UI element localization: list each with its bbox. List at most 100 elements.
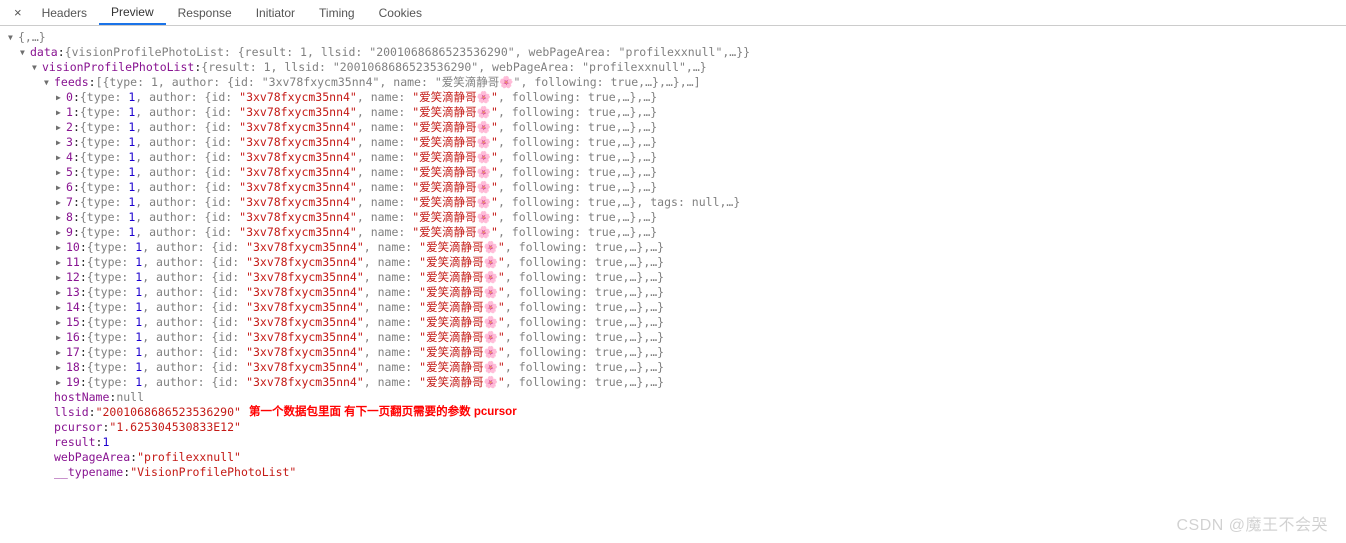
feed-preview: {type: 1, author: {id: "3xv78fxycm35nn4"… (87, 240, 664, 255)
feed-preview: {type: 1, author: {id: "3xv78fxycm35nn4"… (80, 180, 657, 195)
feed-preview: {type: 1, author: {id: "3xv78fxycm35nn4"… (87, 255, 664, 270)
key: data (30, 45, 58, 60)
tree-row-feed-item[interactable]: 5: {type: 1, author: {id: "3xv78fxycm35n… (8, 165, 1346, 180)
key: __typename (54, 465, 123, 480)
caret-right-icon[interactable] (56, 240, 66, 255)
feed-index: 8 (66, 210, 73, 225)
caret-right-icon[interactable] (56, 135, 66, 150)
preview: [{type: 1, author: {id: "3xv78fxycm35nn4… (96, 75, 701, 90)
tree-row-llsid[interactable]: llsid: "2001068686523536290" 第一个数据包里面 有下… (8, 405, 1346, 420)
tree-row-pcursor[interactable]: pcursor: "1.625304530833E12" (8, 420, 1346, 435)
tree-row-feed-item[interactable]: 12: {type: 1, author: {id: "3xv78fxycm35… (8, 270, 1346, 285)
caret-right-icon[interactable] (56, 120, 66, 135)
caret-right-icon[interactable] (56, 330, 66, 345)
caret-down-icon[interactable] (8, 30, 18, 45)
caret-down-icon[interactable] (32, 60, 42, 75)
feed-index: 11 (66, 255, 80, 270)
tree-row-feed-item[interactable]: 13: {type: 1, author: {id: "3xv78fxycm35… (8, 285, 1346, 300)
tab-headers[interactable]: Headers (30, 0, 99, 25)
caret-right-icon[interactable] (56, 360, 66, 375)
tree-row-feed-item[interactable]: 8: {type: 1, author: {id: "3xv78fxycm35n… (8, 210, 1346, 225)
feed-index: 6 (66, 180, 73, 195)
tab-timing[interactable]: Timing (307, 0, 367, 25)
value: "VisionProfilePhotoList" (130, 465, 296, 480)
feed-index: 15 (66, 315, 80, 330)
tree-row-root[interactable]: {,…} (8, 30, 1346, 45)
tree-row-feed-item[interactable]: 9: {type: 1, author: {id: "3xv78fxycm35n… (8, 225, 1346, 240)
tree-row-feed-item[interactable]: 10: {type: 1, author: {id: "3xv78fxycm35… (8, 240, 1346, 255)
caret-right-icon[interactable] (56, 270, 66, 285)
feed-preview: {type: 1, author: {id: "3xv78fxycm35nn4"… (87, 285, 664, 300)
caret-right-icon[interactable] (56, 210, 66, 225)
tree-row-feed-item[interactable]: 11: {type: 1, author: {id: "3xv78fxycm35… (8, 255, 1346, 270)
feed-index: 3 (66, 135, 73, 150)
feed-preview: {type: 1, author: {id: "3xv78fxycm35nn4"… (87, 270, 664, 285)
tab-initiator[interactable]: Initiator (244, 0, 307, 25)
feed-preview: {type: 1, author: {id: "3xv78fxycm35nn4"… (80, 165, 657, 180)
feed-preview: {type: 1, author: {id: "3xv78fxycm35nn4"… (80, 225, 657, 240)
feed-preview: {type: 1, author: {id: "3xv78fxycm35nn4"… (80, 120, 657, 135)
value: 1 (102, 435, 109, 450)
value: "profilexxnull" (137, 450, 241, 465)
caret-right-icon[interactable] (56, 90, 66, 105)
feed-preview: {type: 1, author: {id: "3xv78fxycm35nn4"… (87, 300, 664, 315)
caret-right-icon[interactable] (56, 345, 66, 360)
caret-right-icon[interactable] (56, 150, 66, 165)
tab-response[interactable]: Response (166, 0, 244, 25)
feed-index: 10 (66, 240, 80, 255)
tree-row-vplist[interactable]: visionProfilePhotoList: {result: 1, llsi… (8, 60, 1346, 75)
tree-row-feed-item[interactable]: 17: {type: 1, author: {id: "3xv78fxycm35… (8, 345, 1346, 360)
caret-right-icon[interactable] (56, 180, 66, 195)
key: visionProfilePhotoList (42, 60, 194, 75)
feed-preview: {type: 1, author: {id: "3xv78fxycm35nn4"… (80, 135, 657, 150)
caret-right-icon[interactable] (56, 375, 66, 390)
feed-index: 18 (66, 360, 80, 375)
feed-index: 1 (66, 105, 73, 120)
tree-row-feed-item[interactable]: 18: {type: 1, author: {id: "3xv78fxycm35… (8, 360, 1346, 375)
feed-index: 0 (66, 90, 73, 105)
caret-right-icon[interactable] (56, 195, 66, 210)
caret-right-icon[interactable] (56, 225, 66, 240)
caret-down-icon[interactable] (20, 45, 30, 60)
caret-right-icon[interactable] (56, 255, 66, 270)
tab-cookies[interactable]: Cookies (367, 0, 434, 25)
caret-right-icon[interactable] (56, 300, 66, 315)
tree-row-feed-item[interactable]: 15: {type: 1, author: {id: "3xv78fxycm35… (8, 315, 1346, 330)
tree-row-feed-item[interactable]: 2: {type: 1, author: {id: "3xv78fxycm35n… (8, 120, 1346, 135)
feed-preview: {type: 1, author: {id: "3xv78fxycm35nn4"… (87, 330, 664, 345)
tree-row-hostname[interactable]: hostName: null (8, 390, 1346, 405)
tree-row-feeds[interactable]: feeds: [{type: 1, author: {id: "3xv78fxy… (8, 75, 1346, 90)
caret-right-icon[interactable] (56, 315, 66, 330)
tree-row-feed-item[interactable]: 16: {type: 1, author: {id: "3xv78fxycm35… (8, 330, 1346, 345)
value: "1.625304530833E12" (109, 420, 241, 435)
tree-row-feed-item[interactable]: 0: {type: 1, author: {id: "3xv78fxycm35n… (8, 90, 1346, 105)
close-icon[interactable]: × (6, 5, 30, 20)
tree-row-feed-item[interactable]: 1: {type: 1, author: {id: "3xv78fxycm35n… (8, 105, 1346, 120)
tree-row-result[interactable]: result: 1 (8, 435, 1346, 450)
feed-preview: {type: 1, author: {id: "3xv78fxycm35nn4"… (80, 150, 657, 165)
feed-index: 5 (66, 165, 73, 180)
tree-row-feed-item[interactable]: 7: {type: 1, author: {id: "3xv78fxycm35n… (8, 195, 1346, 210)
tree-row-feed-item[interactable]: 3: {type: 1, author: {id: "3xv78fxycm35n… (8, 135, 1346, 150)
caret-right-icon[interactable] (56, 165, 66, 180)
tree-row-feed-item[interactable]: 14: {type: 1, author: {id: "3xv78fxycm35… (8, 300, 1346, 315)
caret-down-icon[interactable] (44, 75, 54, 90)
caret-right-icon[interactable] (56, 105, 66, 120)
tree-row-feed-item[interactable]: 19: {type: 1, author: {id: "3xv78fxycm35… (8, 375, 1346, 390)
key: webPageArea (54, 450, 130, 465)
tree-row-typename[interactable]: __typename: "VisionProfilePhotoList" (8, 465, 1346, 480)
feed-index: 4 (66, 150, 73, 165)
feeds-items: 0: {type: 1, author: {id: "3xv78fxycm35n… (8, 90, 1346, 390)
tree-row-feed-item[interactable]: 6: {type: 1, author: {id: "3xv78fxycm35n… (8, 180, 1346, 195)
feed-preview: {type: 1, author: {id: "3xv78fxycm35nn4"… (80, 210, 657, 225)
tab-preview[interactable]: Preview (99, 0, 166, 25)
preview: {result: 1, llsid: "2001068686523536290"… (201, 60, 706, 75)
tree-row-data[interactable]: data: {visionProfilePhotoList: {result: … (8, 45, 1346, 60)
root-preview: {,…} (18, 30, 46, 45)
feed-index: 2 (66, 120, 73, 135)
annotation-text: 第一个数据包里面 有下一页翻页需要的参数 pcursor (249, 405, 517, 420)
tree-row-webpagearea[interactable]: webPageArea: "profilexxnull" (8, 450, 1346, 465)
caret-right-icon[interactable] (56, 285, 66, 300)
tree-row-feed-item[interactable]: 4: {type: 1, author: {id: "3xv78fxycm35n… (8, 150, 1346, 165)
json-preview-tree: {,…} data: {visionProfilePhotoList: {res… (0, 26, 1346, 480)
